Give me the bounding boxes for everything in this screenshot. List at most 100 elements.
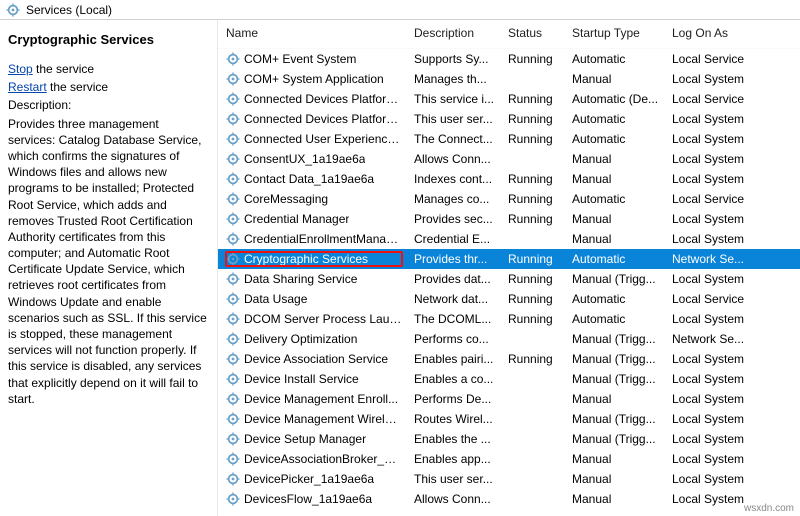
table-row[interactable]: Device Management Wireles... Routes Wirel…: [218, 409, 800, 429]
service-startup: Manual: [564, 69, 664, 89]
service-logon: Local System: [664, 269, 800, 289]
col-header-status[interactable]: Status: [500, 20, 564, 49]
service-description: Allows Conn...: [406, 149, 500, 169]
table-row[interactable]: Connected Devices Platform ...This user …: [218, 109, 800, 129]
table-row[interactable]: Contact Data_1a19ae6aIndexes cont...Runn…: [218, 169, 800, 189]
table-header-row[interactable]: Name Description Status Startup Type Log…: [218, 20, 800, 49]
service-icon: [226, 52, 240, 66]
service-startup: Manual (Trigg...: [564, 269, 664, 289]
service-startup: Manual: [564, 389, 664, 409]
service-name: Contact Data_1a19ae6a: [244, 172, 374, 186]
service-icon: [226, 352, 240, 366]
service-description: Provides sec...: [406, 209, 500, 229]
col-header-description[interactable]: Description: [406, 20, 500, 49]
service-status: Running: [500, 269, 564, 289]
titlebar-label: Services (Local): [26, 3, 112, 17]
service-logon: Local Service: [664, 289, 800, 309]
table-row[interactable]: COM+ System ApplicationManages th...Manu…: [218, 69, 800, 89]
service-description: Supports Sy...: [406, 49, 500, 69]
service-description: Enables pairi...: [406, 349, 500, 369]
service-description: Provides dat...: [406, 269, 500, 289]
service-icon: [226, 272, 240, 286]
service-icon: [226, 452, 240, 466]
service-startup: Manual (Trigg...: [564, 429, 664, 449]
service-startup: Manual: [564, 149, 664, 169]
service-logon: Local System: [664, 429, 800, 449]
service-description: Credential E...: [406, 229, 500, 249]
service-logon: Local System: [664, 349, 800, 369]
service-description: Enables app...: [406, 449, 500, 469]
service-name: DeviceAssociationBroker_1a...: [244, 452, 402, 466]
table-row[interactable]: Device Setup ManagerEnables the ...Manua…: [218, 429, 800, 449]
service-description: Allows Conn...: [406, 489, 500, 509]
service-logon: Local Service: [664, 189, 800, 209]
service-name: COM+ System Application: [244, 72, 384, 86]
service-name: Data Usage: [244, 292, 307, 306]
service-name: Delivery Optimization: [244, 332, 357, 346]
service-startup: Manual (Trigg...: [564, 409, 664, 429]
service-name: CoreMessaging: [244, 192, 328, 206]
service-icon: [226, 312, 240, 326]
table-row[interactable]: DeviceAssociationBroker_1a... Enables app…: [218, 449, 800, 469]
restart-service-link[interactable]: Restart: [8, 80, 47, 94]
services-table[interactable]: Name Description Status Startup Type Log…: [218, 20, 800, 509]
service-logon: Local System: [664, 169, 800, 189]
service-icon: [226, 152, 240, 166]
table-row[interactable]: Device Association Service Enables pairi.…: [218, 349, 800, 369]
table-row[interactable]: Connected User Experiences ...The Connec…: [218, 129, 800, 149]
service-startup: Manual: [564, 209, 664, 229]
table-row[interactable]: DevicePicker_1a19ae6aThis user ser...Man…: [218, 469, 800, 489]
service-name: Device Management Wireles...: [244, 412, 402, 426]
service-name: CredentialEnrollmentManag...: [244, 232, 402, 246]
selected-service-title: Cryptographic Services: [8, 32, 207, 47]
table-row[interactable]: CredentialEnrollmentManag... Credential E…: [218, 229, 800, 249]
service-description: Routes Wirel...: [406, 409, 500, 429]
details-pane: Cryptographic Services Stop the service …: [0, 20, 218, 516]
service-name: Credential Manager: [244, 212, 349, 226]
service-logon: Local System: [664, 229, 800, 249]
table-row[interactable]: Data UsageNetwork dat...RunningAutomatic…: [218, 289, 800, 309]
service-name: Connected Devices Platform ...: [244, 92, 402, 106]
service-status: Running: [500, 289, 564, 309]
table-row[interactable]: Device Management Enroll...Performs De..…: [218, 389, 800, 409]
table-row[interactable]: Connected Devices Platform ...This servi…: [218, 89, 800, 109]
service-status: [500, 369, 564, 389]
stop-service-link[interactable]: Stop: [8, 62, 33, 76]
service-icon: [226, 332, 240, 346]
service-status: [500, 449, 564, 469]
service-status: Running: [500, 129, 564, 149]
service-startup: Manual (Trigg...: [564, 369, 664, 389]
table-row[interactable]: Credential ManagerProvides sec...Running…: [218, 209, 800, 229]
table-row[interactable]: ConsentUX_1a19ae6aAllows Conn...ManualLo…: [218, 149, 800, 169]
service-logon: Local Service: [664, 89, 800, 109]
table-row[interactable]: Data Sharing ServiceProvides dat...Runni…: [218, 269, 800, 289]
col-header-name[interactable]: Name: [218, 20, 406, 49]
service-status: [500, 489, 564, 509]
service-logon: Local System: [664, 69, 800, 89]
service-description: Performs De...: [406, 389, 500, 409]
table-row[interactable]: DevicesFlow_1a19ae6aAllows Conn...Manual…: [218, 489, 800, 509]
service-status: [500, 149, 564, 169]
service-logon: Local System: [664, 369, 800, 389]
service-name: COM+ Event System: [244, 52, 356, 66]
service-name: Device Association Service: [244, 352, 388, 366]
service-status: [500, 409, 564, 429]
col-header-startup[interactable]: Startup Type: [564, 20, 664, 49]
table-row[interactable]: DCOM Server Process Launc...The DCOML...…: [218, 309, 800, 329]
table-row[interactable]: Delivery OptimizationPerforms co...Manua…: [218, 329, 800, 349]
service-description: Indexes cont...: [406, 169, 500, 189]
service-status: Running: [500, 349, 564, 369]
table-row[interactable]: Cryptographic ServicesProvides thr...Run…: [218, 249, 800, 269]
service-icon: [226, 472, 240, 486]
service-icon: [226, 92, 240, 106]
service-description: Enables a co...: [406, 369, 500, 389]
table-row[interactable]: COM+ Event SystemSupports Sy...RunningAu…: [218, 49, 800, 69]
stop-suffix: the service: [33, 62, 94, 76]
service-status: [500, 69, 564, 89]
col-header-logon[interactable]: Log On As: [664, 20, 800, 49]
table-row[interactable]: Device Install ServiceEnables a co...Man…: [218, 369, 800, 389]
service-logon: Local System: [664, 209, 800, 229]
service-icon: [226, 232, 240, 246]
table-row[interactable]: CoreMessagingManages co...RunningAutomat…: [218, 189, 800, 209]
service-status: [500, 429, 564, 449]
